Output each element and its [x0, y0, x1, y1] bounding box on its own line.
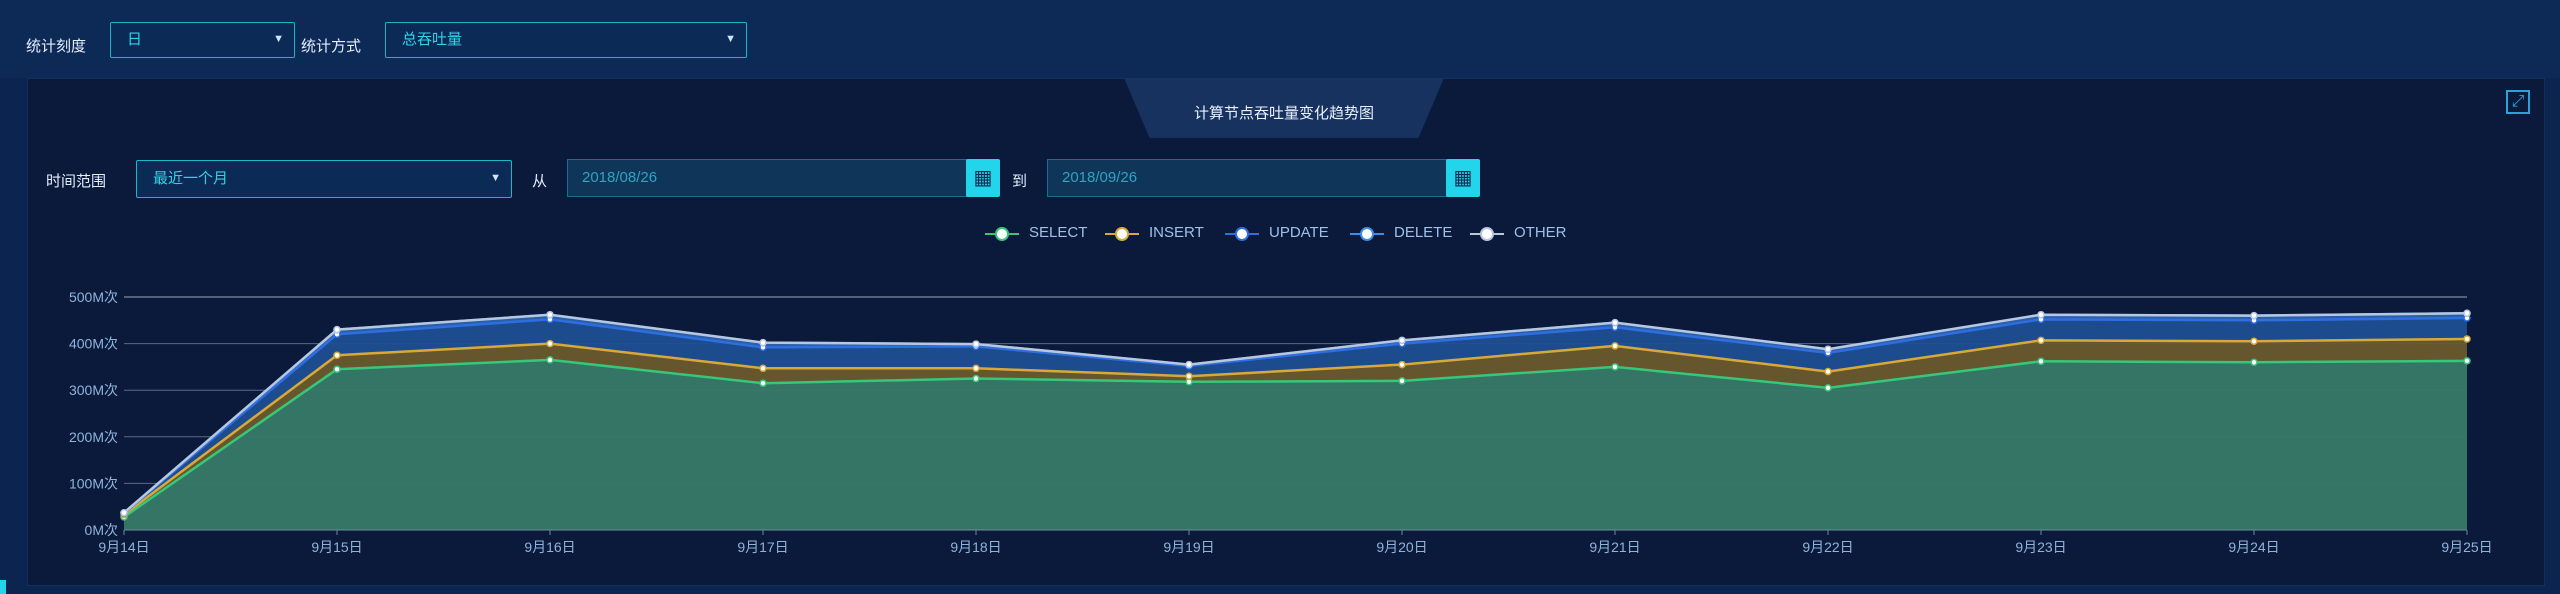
x-tick-label: 9月18日	[950, 539, 1001, 555]
x-tick-label: 9月24日	[2228, 539, 2279, 555]
point-insert	[1398, 360, 1406, 369]
point-insert	[2250, 337, 2258, 346]
x-tick-label: 9月21日	[1589, 539, 1640, 555]
point-insert	[2463, 335, 2471, 343]
point-other	[120, 509, 128, 517]
y-tick-label: 300M次	[69, 382, 118, 398]
point-insert	[972, 364, 980, 373]
y-tick-label: 500M次	[69, 289, 118, 305]
point-select	[2037, 357, 2045, 366]
point-select	[759, 379, 767, 387]
point-select	[2463, 357, 2471, 365]
left-accent	[0, 580, 6, 594]
x-tick-label: 9月22日	[1802, 539, 1853, 555]
y-tick-label: 100M次	[69, 475, 118, 491]
x-tick-label: 9月14日	[98, 539, 149, 555]
x-tick-label: 9月23日	[2015, 539, 2066, 555]
point-insert	[759, 364, 767, 373]
point-other	[1611, 318, 1619, 327]
point-other	[546, 310, 554, 319]
point-select	[1824, 384, 1832, 392]
x-tick-label: 9月20日	[1376, 539, 1427, 555]
point-select	[972, 374, 980, 383]
point-other	[1185, 360, 1193, 369]
point-other	[2250, 311, 2258, 320]
x-tick-label: 9月16日	[524, 539, 575, 555]
point-select	[333, 365, 341, 373]
x-tick-label: 9月15日	[311, 539, 362, 555]
point-insert	[2037, 336, 2045, 345]
area-select	[124, 359, 2467, 530]
point-other	[333, 325, 341, 334]
point-other	[759, 338, 767, 347]
point-other	[2463, 309, 2471, 318]
point-select	[1398, 377, 1406, 385]
point-insert	[546, 339, 554, 348]
point-select	[1611, 363, 1619, 371]
point-other	[2037, 310, 2045, 319]
x-tick-label: 9月19日	[1163, 539, 1214, 555]
throughput-area-chart: 0M次 100M次 200M次 300M次 400M次 500M次 9月14日 9月15日 9月…	[69, 289, 2493, 555]
point-other	[1824, 345, 1832, 353]
point-insert	[1185, 372, 1193, 380]
point-other	[1398, 336, 1406, 345]
y-tick-label: 0M次	[85, 522, 118, 538]
point-other	[972, 340, 980, 348]
point-insert	[1824, 367, 1832, 376]
y-tick-label: 200M次	[69, 429, 118, 445]
point-select	[2250, 358, 2258, 366]
point-insert	[1611, 342, 1619, 350]
x-tick-label: 9月17日	[737, 539, 788, 555]
point-select	[546, 356, 554, 364]
point-insert	[333, 351, 341, 359]
y-tick-label: 400M次	[69, 336, 118, 352]
x-tick-label: 9月25日	[2441, 539, 2492, 555]
